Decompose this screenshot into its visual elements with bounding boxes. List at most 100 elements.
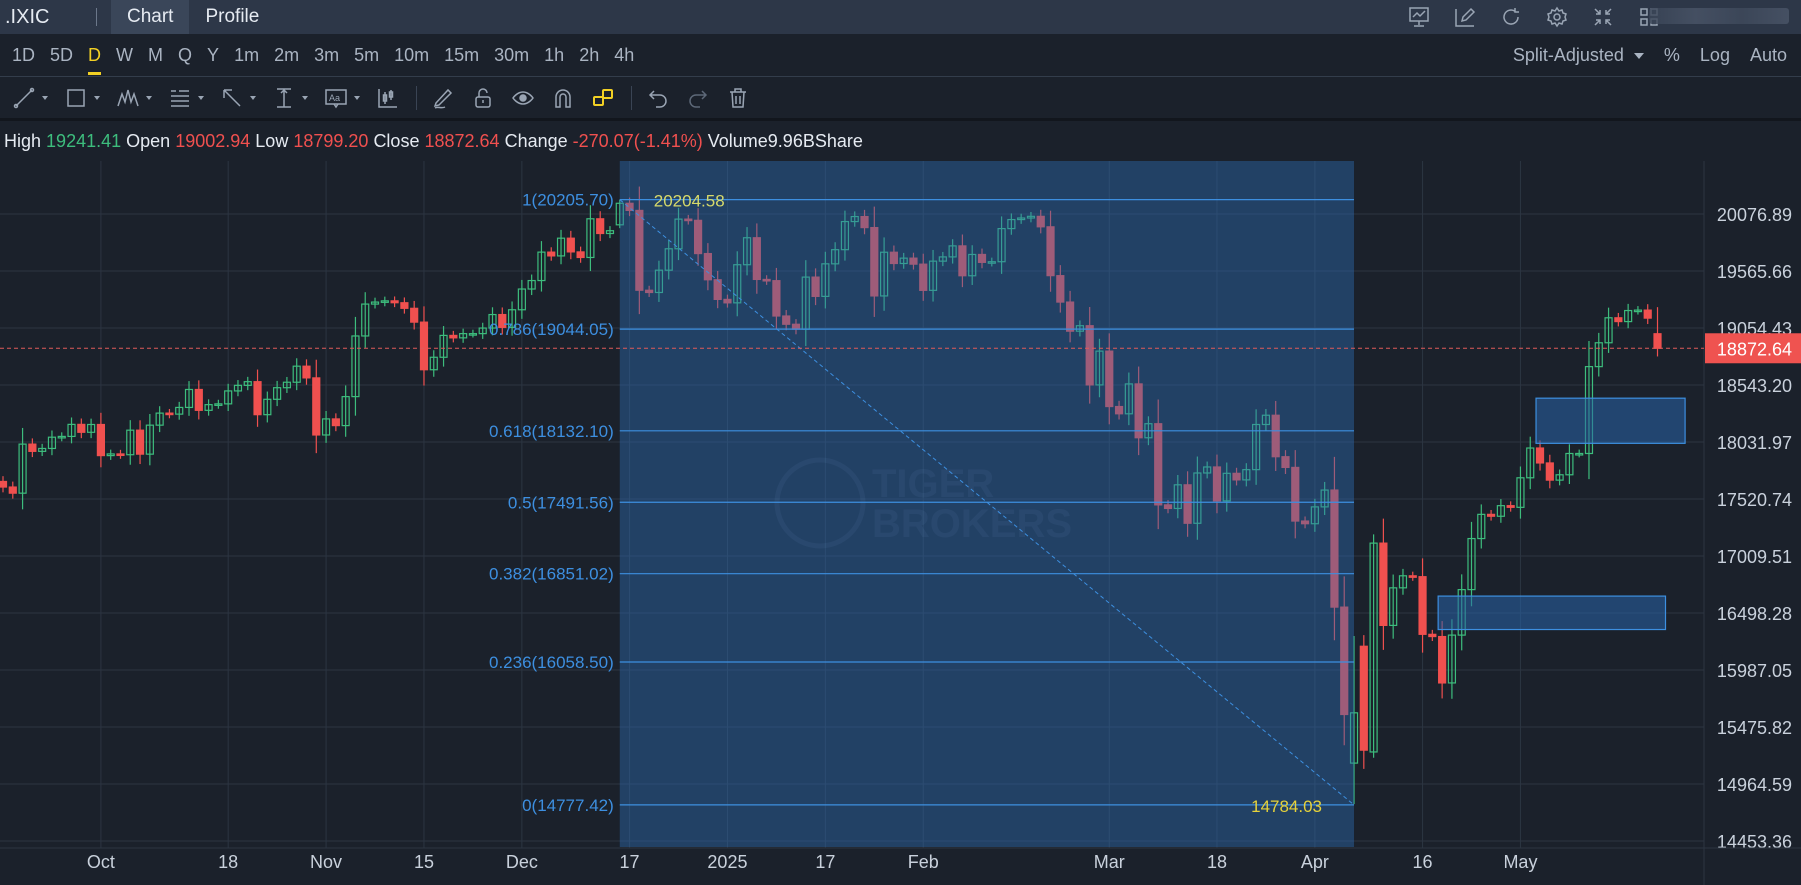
link-tool[interactable]	[591, 86, 615, 110]
log-scale-button[interactable]: Log	[1700, 45, 1730, 66]
x-tick-label: Nov	[310, 852, 342, 872]
candle-body	[1359, 645, 1368, 751]
price-adjust-dropdown[interactable]: Split-Adjusted	[1513, 45, 1644, 66]
x-tick-label: 17	[620, 852, 640, 872]
indicator-tool[interactable]	[376, 86, 400, 110]
x-tick-label: 17	[815, 852, 835, 872]
candle-body	[400, 302, 409, 309]
rectangle-tool[interactable]	[64, 86, 100, 110]
fibonacci-low-label: 14784.03	[1251, 797, 1322, 816]
user-account-blurred[interactable]	[1649, 8, 1789, 24]
candle-body	[0, 480, 8, 488]
change-label: Change	[504, 131, 568, 151]
candle	[1359, 635, 1368, 769]
auto-scale-button[interactable]: Auto	[1750, 45, 1787, 66]
volume-value: 9.96BShare	[767, 131, 863, 151]
x-tick-label: 2025	[707, 852, 747, 872]
pattern-tool[interactable]	[116, 86, 152, 110]
tab-chart[interactable]: Chart	[111, 0, 190, 34]
timeframe-y[interactable]: Y	[207, 34, 219, 77]
candle-body	[1614, 317, 1623, 323]
refresh-icon[interactable]	[1499, 5, 1523, 29]
fibonacci-level-label: 0.618(18132.10)	[489, 422, 614, 441]
symbol-label: .IXIC	[5, 5, 50, 28]
open-value: 19002.94	[175, 131, 251, 151]
timeframe-5m[interactable]: 5m	[354, 34, 379, 77]
y-tick-label: 17520.74	[1717, 490, 1792, 510]
timeframe-m[interactable]: M	[148, 34, 163, 77]
edit-icon[interactable]	[1453, 5, 1477, 29]
y-tick-label: 18031.97	[1717, 433, 1792, 453]
timeframe-10m[interactable]: 10m	[394, 34, 429, 77]
timeframe-4h[interactable]: 4h	[614, 34, 634, 77]
magnet-tool[interactable]	[551, 86, 575, 110]
last-price-label: 18872.64	[1717, 339, 1792, 359]
visibility-tool[interactable]	[511, 86, 535, 110]
chart-monitor-icon[interactable]	[1407, 5, 1431, 29]
high-value: 19241.41	[46, 131, 122, 151]
candle-body	[331, 418, 340, 427]
candle-body	[410, 307, 419, 323]
text-tool[interactable]: Aa	[324, 86, 360, 110]
timeframe-2m[interactable]: 2m	[274, 34, 299, 77]
lock-tool[interactable]	[471, 86, 495, 110]
x-tick-label: Oct	[87, 852, 115, 872]
percent-scale-button[interactable]: %	[1664, 45, 1680, 66]
x-tick-label: 18	[218, 852, 238, 872]
candle-body	[8, 486, 17, 494]
tab-profile[interactable]: Profile	[189, 0, 275, 34]
delete-button[interactable]	[726, 86, 750, 110]
candle-body	[1379, 542, 1388, 627]
measure-tool[interactable]	[272, 86, 308, 110]
timeframe-1h[interactable]: 1h	[544, 34, 564, 77]
eye-icon	[512, 91, 534, 105]
x-tick-label: 15	[414, 852, 434, 872]
candle-body	[1545, 462, 1554, 481]
x-tick-label: 16	[1413, 852, 1433, 872]
magnet-icon	[555, 89, 571, 108]
timeframe-q[interactable]: Q	[178, 34, 192, 77]
candle-body	[1408, 575, 1417, 578]
gear-icon[interactable]	[1545, 5, 1569, 29]
trend-line-icon	[13, 87, 35, 109]
fibonacci-tool[interactable]	[168, 86, 204, 110]
timeframe-w[interactable]: W	[116, 34, 133, 77]
x-tick-label: Mar	[1094, 852, 1125, 872]
candle-body	[302, 365, 311, 379]
timeframe-2h[interactable]: 2h	[579, 34, 599, 77]
fibonacci-level-label: 0.236(16058.50)	[489, 653, 614, 672]
undo-button[interactable]	[646, 86, 670, 110]
y-tick-label: 15475.82	[1717, 718, 1792, 738]
pencil-tool[interactable]	[431, 86, 455, 110]
timeframe-15m[interactable]: 15m	[444, 34, 479, 77]
candle-body	[1653, 333, 1662, 349]
candle-body	[390, 300, 399, 304]
timeframe-3m[interactable]: 3m	[314, 34, 339, 77]
candle-body	[165, 412, 174, 416]
low-label: Low	[255, 131, 289, 151]
timeframe-d[interactable]: D	[88, 34, 102, 77]
x-tick-label: May	[1503, 852, 1537, 872]
y-tick-label: 20076.89	[1717, 205, 1792, 225]
timeframe-1d[interactable]: 1D	[12, 34, 35, 77]
compress-icon[interactable]	[1591, 5, 1615, 29]
close-value: 18872.64	[424, 131, 500, 151]
price-adjust-label: Split-Adjusted	[1512, 45, 1624, 65]
trash-icon	[730, 88, 746, 108]
candle-body	[576, 251, 585, 259]
pencil-icon	[433, 88, 453, 109]
redo-button[interactable]	[686, 86, 710, 110]
fibonacci-icon	[171, 90, 189, 107]
timeframe-5d[interactable]: 5D	[50, 34, 73, 77]
fibonacci-high-label: 20204.58	[654, 192, 725, 211]
low-value: 18799.20	[293, 131, 369, 151]
arrow-tool[interactable]	[220, 86, 256, 110]
timeframe-30m[interactable]: 30m	[494, 34, 529, 77]
timeframe-1m[interactable]: 1m	[234, 34, 259, 77]
candle-body	[96, 423, 106, 457]
redo-icon	[689, 90, 708, 108]
candle-body	[449, 334, 458, 339]
price-chart[interactable]: 20076.8919565.6619054.4318543.2018031.97…	[0, 160, 1801, 885]
trend-line-tool[interactable]	[12, 86, 48, 110]
change-value: -270.07(-1.41%)	[572, 131, 703, 151]
